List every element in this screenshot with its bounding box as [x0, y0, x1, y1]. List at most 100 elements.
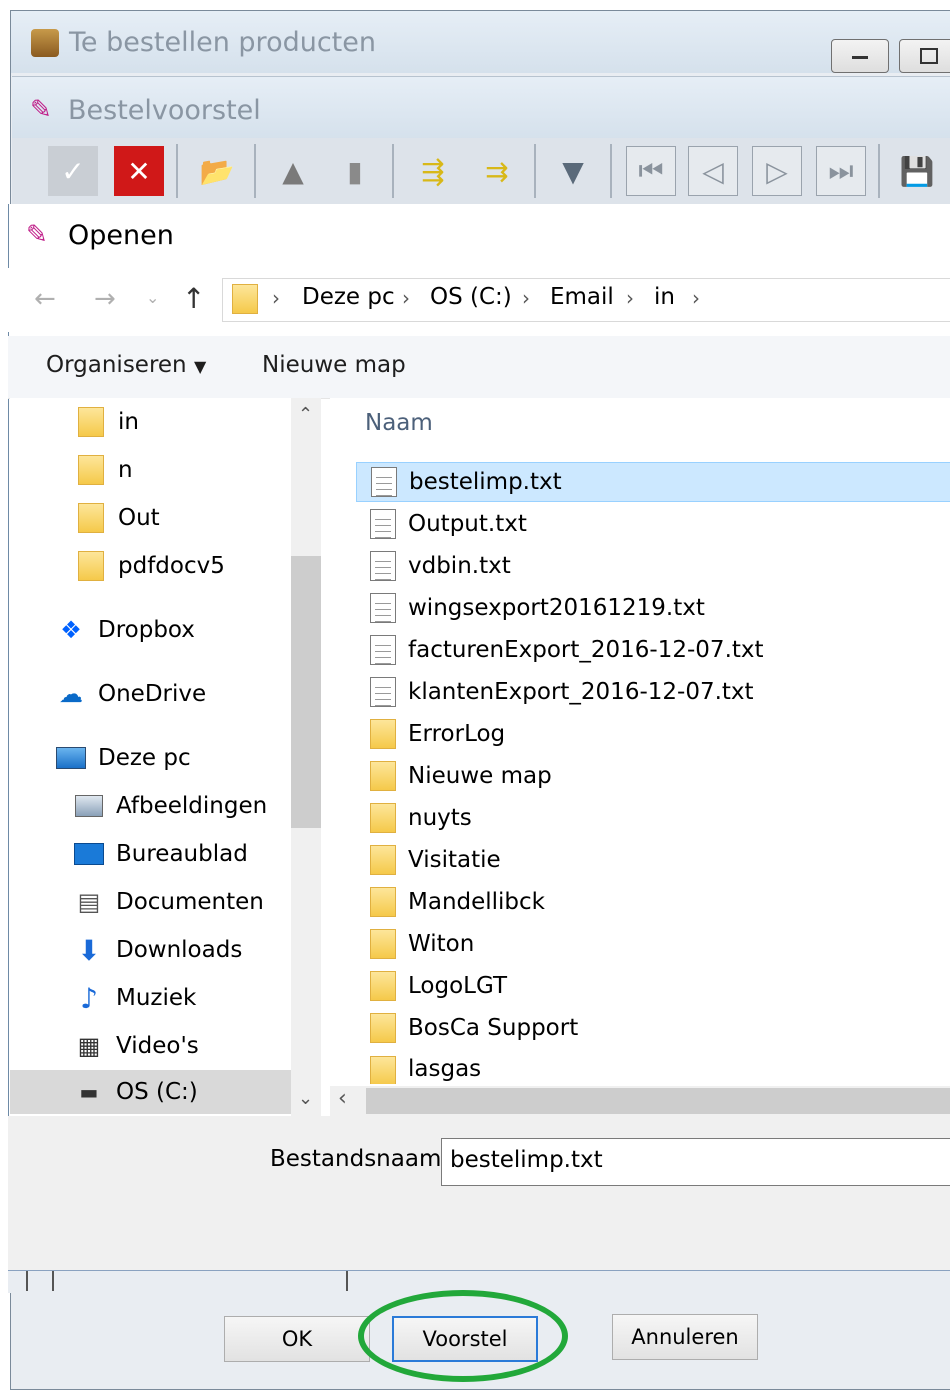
downloads-icon: ⬇	[77, 933, 101, 967]
folder-row[interactable]: Witon	[356, 924, 950, 964]
previous-record-button[interactable]: ◁	[688, 146, 738, 196]
text-file-icon	[370, 593, 396, 623]
folder-row[interactable]: LogoLGT	[356, 966, 950, 1006]
minimize-icon	[852, 56, 868, 59]
navigation-pane: in n Out pdfdocv5 ❖ Dropbox ☁ OneDrive Dez…	[10, 398, 292, 1116]
nav-item[interactable]: pdfdocv5	[76, 544, 225, 588]
filename-input[interactable]: bestelimp.txt	[441, 1138, 950, 1186]
breadcrumb-item[interactable]: Email	[550, 284, 614, 310]
folder-row[interactable]: Visitatie	[356, 840, 950, 880]
folder-icon	[370, 845, 396, 875]
restore-icon	[920, 48, 938, 64]
minimize-button[interactable]	[831, 39, 889, 73]
outer-window-title: Te bestellen producten	[69, 27, 376, 58]
folder-icon	[370, 887, 396, 917]
document-button[interactable]: ▮	[330, 146, 380, 196]
stamp-icon: ▲	[282, 154, 304, 188]
nav-item[interactable]: ♪ Muziek	[74, 976, 196, 1020]
text-file-icon	[370, 635, 396, 665]
first-record-button[interactable]: ⏮	[626, 146, 676, 196]
folder-row[interactable]: lasgas	[356, 1050, 950, 1084]
chevron-down-icon: ⌄	[146, 288, 160, 307]
nav-item-dropbox[interactable]: ❖ Dropbox	[56, 608, 195, 652]
confirm-button[interactable]: ✓	[48, 146, 98, 196]
horizontal-scroll-thumb[interactable]	[366, 1088, 950, 1114]
nav-item[interactable]: Out	[76, 496, 160, 540]
folder-icon	[370, 719, 396, 749]
folder-icon	[370, 929, 396, 959]
nav-item[interactable]: ▤ Documenten	[74, 880, 264, 924]
filter-button[interactable]: ▼	[548, 146, 598, 196]
print-button[interactable]: ▲	[268, 146, 318, 196]
import-button[interactable]: ⇶	[408, 146, 458, 196]
video-icon: ▦	[77, 1032, 101, 1060]
forward-button[interactable]: →	[94, 284, 116, 314]
breadcrumb-item[interactable]: in	[654, 284, 675, 310]
export-icon: ⇉	[485, 154, 509, 188]
delete-button[interactable]: ✕	[114, 146, 164, 196]
back-button[interactable]: ←	[34, 284, 56, 314]
file-row[interactable]: wingsexport20161219.txt	[356, 588, 950, 628]
app-icon	[31, 29, 59, 57]
file-row-selected[interactable]: bestelimp.txt	[356, 462, 950, 502]
outer-title-bar: Te bestellen producten	[11, 11, 950, 73]
nav-item[interactable]: in	[76, 400, 139, 444]
nav-item[interactable]: ▦ Video's	[74, 1024, 199, 1068]
cancel-button[interactable]: Annuleren	[612, 1314, 758, 1360]
text-file-icon	[370, 677, 396, 707]
folder-row[interactable]: BosCa Support	[356, 1008, 950, 1048]
inner-window-title: Bestelvoorstel	[68, 95, 261, 126]
new-folder-button[interactable]: Nieuwe map	[262, 352, 406, 378]
scroll-left-icon[interactable]: ‹	[338, 1086, 347, 1111]
file-row[interactable]: facturenExport_2016-12-07.txt	[356, 630, 950, 670]
nav-item[interactable]: Bureaublad	[74, 832, 248, 876]
folder-row[interactable]: Mandellibck	[356, 882, 950, 922]
export-button[interactable]: ⇉	[472, 146, 522, 196]
text-file-icon	[370, 551, 396, 581]
nav-scroll-thumb[interactable]	[291, 556, 321, 828]
file-row[interactable]: vdbin.txt	[356, 546, 950, 586]
last-icon: ⏭	[828, 154, 854, 187]
previous-icon: ◁	[702, 154, 724, 188]
broom-icon: ✎	[30, 95, 52, 125]
nav-item-drive-c[interactable]: ▬ OS (C:)	[10, 1070, 292, 1114]
maximize-button[interactable]	[899, 39, 950, 73]
up-button[interactable]: ↑	[182, 282, 205, 315]
file-row[interactable]: Output.txt	[356, 504, 950, 544]
folder-icon	[78, 407, 104, 437]
first-icon: ⏮	[638, 154, 664, 187]
organise-button[interactable]: Organiseren ▼	[46, 352, 206, 378]
nav-item[interactable]: Afbeeldingen	[74, 784, 267, 828]
scroll-down-icon[interactable]: ⌄	[298, 1088, 313, 1109]
breadcrumb-item[interactable]: Deze pc	[302, 284, 395, 310]
nav-item-this-pc[interactable]: Deze pc	[56, 736, 191, 780]
dialog-title: Openen	[68, 220, 174, 251]
desktop-icon	[74, 843, 104, 865]
next-icon: ▷	[766, 154, 788, 188]
open-folder-button[interactable]: 📂	[192, 146, 242, 196]
inner-title-bar: ✎ Bestelvoorstel	[12, 76, 950, 139]
documents-icon: ▤	[77, 888, 101, 916]
nav-item[interactable]: n	[76, 448, 133, 492]
drive-icon: ▬	[79, 1080, 99, 1104]
nav-item-onedrive[interactable]: ☁ OneDrive	[56, 672, 206, 716]
file-row[interactable]: klantenExport_2016-12-07.txt	[356, 672, 950, 712]
folder-icon	[370, 1056, 396, 1084]
onedrive-icon: ☁	[59, 680, 83, 708]
column-header-name[interactable]: Naam	[365, 410, 433, 436]
ok-button[interactable]: OK	[224, 1316, 370, 1362]
folder-row[interactable]: ErrorLog	[356, 714, 950, 754]
folder-icon	[370, 1013, 396, 1043]
nav-item[interactable]: ⬇ Downloads	[74, 928, 242, 972]
breadcrumb-item[interactable]: OS (C:)	[430, 284, 512, 310]
folder-row[interactable]: Nieuwe map	[356, 756, 950, 796]
save-button[interactable]: 💾	[892, 146, 942, 196]
toolbar: ✓ ✕ 📂 ▲ ▮ ⇶ ⇉ ▼ ⏮ ◁ ▷ ⏭ 💾	[12, 138, 950, 205]
folder-row[interactable]: nuyts	[356, 798, 950, 838]
recent-locations-button[interactable]: ⌄	[146, 288, 159, 307]
next-record-button[interactable]: ▷	[752, 146, 802, 196]
folder-icon	[370, 761, 396, 791]
scroll-up-icon[interactable]: ⌃	[298, 404, 313, 425]
breadcrumb-chevron-icon: ›	[692, 286, 700, 310]
last-record-button[interactable]: ⏭	[816, 146, 866, 196]
